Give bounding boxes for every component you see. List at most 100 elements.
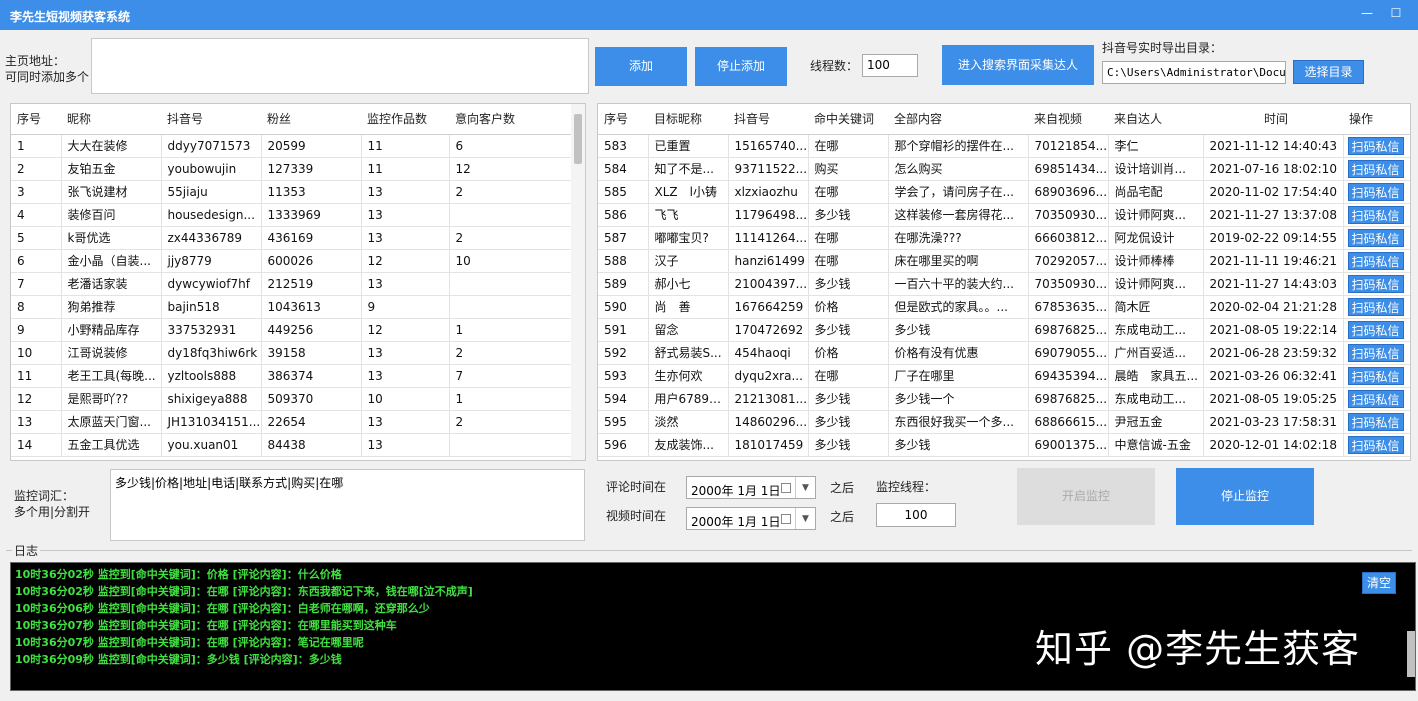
table-row[interactable]: 595 淡然 14860296... 多少钱 东西很好我买一个多... 68866615.…: [598, 410, 1410, 434]
table-row[interactable]: 6 金小晶（自装... jjy8779 600026 12 10: [11, 249, 573, 273]
table-row[interactable]: 588 汉子 hanzi61499 在哪 床在哪里买的啊 70292057... 设计师棒棒…: [598, 249, 1410, 273]
scan-message-button[interactable]: 扫码私信: [1347, 435, 1404, 454]
table-cell: 淡然: [648, 410, 729, 434]
log-line: 10时36分02秒 监控到[命中关键词]：在哪 [评论内容]：东西我都记下来，钱…: [15, 585, 473, 598]
table-cell: 12: [11, 387, 62, 411]
table-cell: 11141264...: [728, 226, 809, 250]
table-cell: 东成电动工...: [1108, 387, 1204, 411]
scan-message-button[interactable]: 扫码私信: [1347, 251, 1404, 270]
col-header[interactable]: 操作: [1343, 104, 1410, 135]
table-cell: 2021-07-16 18:02:10: [1203, 157, 1344, 181]
maximize-icon[interactable]: ☐: [1389, 6, 1403, 20]
scan-message-button[interactable]: 扫码私信: [1347, 136, 1404, 155]
table-row[interactable]: 591 留念 170472692 多少钱 多少钱 69876825... 东成电动工... 2…: [598, 318, 1410, 342]
table-row[interactable]: 590 尚 善 167664259 价格 但是欧式的家具。。... 67853635...…: [598, 295, 1410, 319]
homepage-hint: 可同时添加多个: [5, 70, 90, 84]
log-label: 日志: [12, 543, 41, 559]
table-cell: 8: [11, 295, 62, 319]
video-date-picker[interactable]: 2000年 1月 1日 ▼: [686, 507, 816, 530]
export-dir-input[interactable]: C:\Users\Administrator\Documen: [1102, 61, 1286, 84]
stop-monitor-button[interactable]: 停止监控: [1176, 468, 1314, 525]
table-cell: 6: [449, 134, 573, 158]
scan-message-button[interactable]: 扫码私信: [1347, 182, 1404, 201]
table-cell: 设计师棒棒: [1108, 249, 1204, 273]
scan-message-button[interactable]: 扫码私信: [1347, 228, 1404, 247]
table-row[interactable]: 9 小野精品库存 337532931 449256 12 1: [11, 318, 573, 342]
scan-message-button[interactable]: 扫码私信: [1347, 343, 1404, 362]
table-row[interactable]: 593 生亦何欢 dyqu2xra... 在哪 厂子在哪里 69435394... 晨皓 家…: [598, 364, 1410, 388]
chevron-down-icon[interactable]: ▼: [795, 477, 815, 498]
col-header[interactable]: 目标昵称: [648, 104, 728, 135]
table-cell: 广州百妥适...: [1108, 341, 1204, 365]
monitor-threads-input[interactable]: 100: [876, 503, 956, 527]
scan-message-button[interactable]: 扫码私信: [1347, 366, 1404, 385]
log-divider: [6, 550, 1412, 551]
table-row[interactable]: 10 江哥说装修 dy18fq3hiw6rk 39158 13 2: [11, 341, 573, 365]
table-cell: 1: [449, 318, 573, 342]
table-cell: 69876825...: [1028, 318, 1109, 342]
stop-add-button[interactable]: 停止添加: [695, 47, 787, 86]
col-header[interactable]: 来自视频: [1028, 104, 1108, 135]
table-row[interactable]: 2 友铂五金 youbowujin 127339 11 12: [11, 157, 573, 181]
account-table-scrollbar[interactable]: [571, 104, 585, 460]
table-row[interactable]: 3 张飞说建材 55jiaju 11353 13 2: [11, 180, 573, 204]
search-collect-button[interactable]: 进入搜索界面采集达人: [942, 45, 1094, 85]
table-row[interactable]: 12 是熙哥吖?? shixigeya888 509370 10 1: [11, 387, 573, 411]
table-row[interactable]: 585 XLZ l小铸 xlzxiaozhu 在哪 学会了，请问房子在... 689036…: [598, 180, 1410, 204]
table-row[interactable]: 586 飞飞 11796498... 多少钱 这样装修一套房得花... 70350930.…: [598, 203, 1410, 227]
table-row[interactable]: 13 太原蓝天门窗... JH131034151... 22654 13 2: [11, 410, 573, 434]
comment-date-picker[interactable]: 2000年 1月 1日 ▼: [686, 476, 816, 499]
table-row[interactable]: 587 嘟嘟宝贝? 11141264... 在哪 在哪洗澡??? 66603812... 阿…: [598, 226, 1410, 250]
col-header[interactable]: 监控作品数: [361, 104, 449, 135]
keywords-input[interactable]: 多少钱|价格|地址|电话|联系方式|购买|在哪: [110, 469, 585, 541]
col-header[interactable]: 序号: [11, 104, 61, 135]
table-cell: 596: [598, 433, 649, 457]
table-row[interactable]: 1 大大在装修 ddyy7071573 20599 11 6: [11, 134, 573, 158]
table-row[interactable]: 7 老潘话家装 dywcywiof7hf 212519 13: [11, 272, 573, 296]
col-header[interactable]: 抖音号: [728, 104, 808, 135]
col-header[interactable]: 粉丝: [261, 104, 361, 135]
clear-log-button[interactable]: 清空: [1362, 572, 1396, 594]
chevron-down-icon[interactable]: ▼: [795, 508, 815, 529]
col-header[interactable]: 命中关键词: [808, 104, 888, 135]
scan-message-button[interactable]: 扫码私信: [1347, 274, 1404, 293]
col-header[interactable]: 昵称: [61, 104, 161, 135]
col-header[interactable]: 意向客户数: [449, 104, 573, 135]
table-row[interactable]: 594 用户67895... 21213081... 多少钱 多少钱一个 69876825…: [598, 387, 1410, 411]
col-header[interactable]: 序号: [598, 104, 648, 135]
table-row[interactable]: 4 装修百问 housedesign... 1333969 13: [11, 203, 573, 227]
start-monitor-button[interactable]: 开启监控: [1017, 468, 1155, 525]
table-row[interactable]: 11 老王工具(每晚... yzltools888 386374 13 7: [11, 364, 573, 388]
scroll-thumb[interactable]: [574, 114, 582, 164]
minimize-icon[interactable]: —: [1360, 6, 1374, 20]
table-row[interactable]: 583 已重置 15165740... 在哪 那个穿帽衫的摆件在... 70121854.…: [598, 134, 1410, 158]
table-row[interactable]: 589 郝小七 21004397... 多少钱 一百六十平的装大约... 70350930…: [598, 272, 1410, 296]
col-header[interactable]: 抖音号: [161, 104, 261, 135]
col-header[interactable]: 来自达人: [1108, 104, 1203, 135]
table-cell: 7: [449, 364, 573, 388]
scan-message-button[interactable]: 扫码私信: [1347, 159, 1404, 178]
table-row[interactable]: 8 狗弟推荐 bajin518 1043613 9: [11, 295, 573, 319]
scan-message-button[interactable]: 扫码私信: [1347, 389, 1404, 408]
scan-message-button[interactable]: 扫码私信: [1347, 412, 1404, 431]
threads-input[interactable]: 100: [862, 54, 918, 77]
table-cell: 是熙哥吖??: [61, 387, 162, 411]
table-cell: 588: [598, 249, 649, 273]
choose-dir-button[interactable]: 选择目录: [1293, 60, 1364, 84]
table-cell: 2021-11-12 14:40:43: [1203, 134, 1344, 158]
scan-message-button[interactable]: 扫码私信: [1347, 205, 1404, 224]
table-row[interactable]: 592 舒式易装S... 454haoqi 价格 价格有没有优惠 69079055... 广…: [598, 341, 1410, 365]
scan-message-button[interactable]: 扫码私信: [1347, 320, 1404, 339]
table-cell: 7: [11, 272, 62, 296]
table-row[interactable]: 5 k哥优选 zx44336789 436169 13 2: [11, 226, 573, 250]
homepage-input[interactable]: [91, 38, 589, 94]
table-cell: 14: [11, 433, 62, 457]
log-scroll-thumb[interactable]: [1407, 631, 1415, 677]
col-header[interactable]: 时间: [1203, 104, 1343, 135]
table-row[interactable]: 596 友成装饰... 181017459 多少钱 多少钱 69001375... 中意信诚…: [598, 433, 1410, 457]
table-row[interactable]: 14 五金工具优选 you.xuan01 84438 13: [11, 433, 573, 457]
table-row[interactable]: 584 知了不是... 93711522... 购买 怎么购买 69851434... 设计…: [598, 157, 1410, 181]
col-header[interactable]: 全部内容: [888, 104, 1028, 135]
scan-message-button[interactable]: 扫码私信: [1347, 297, 1404, 316]
add-button[interactable]: 添加: [595, 47, 687, 86]
